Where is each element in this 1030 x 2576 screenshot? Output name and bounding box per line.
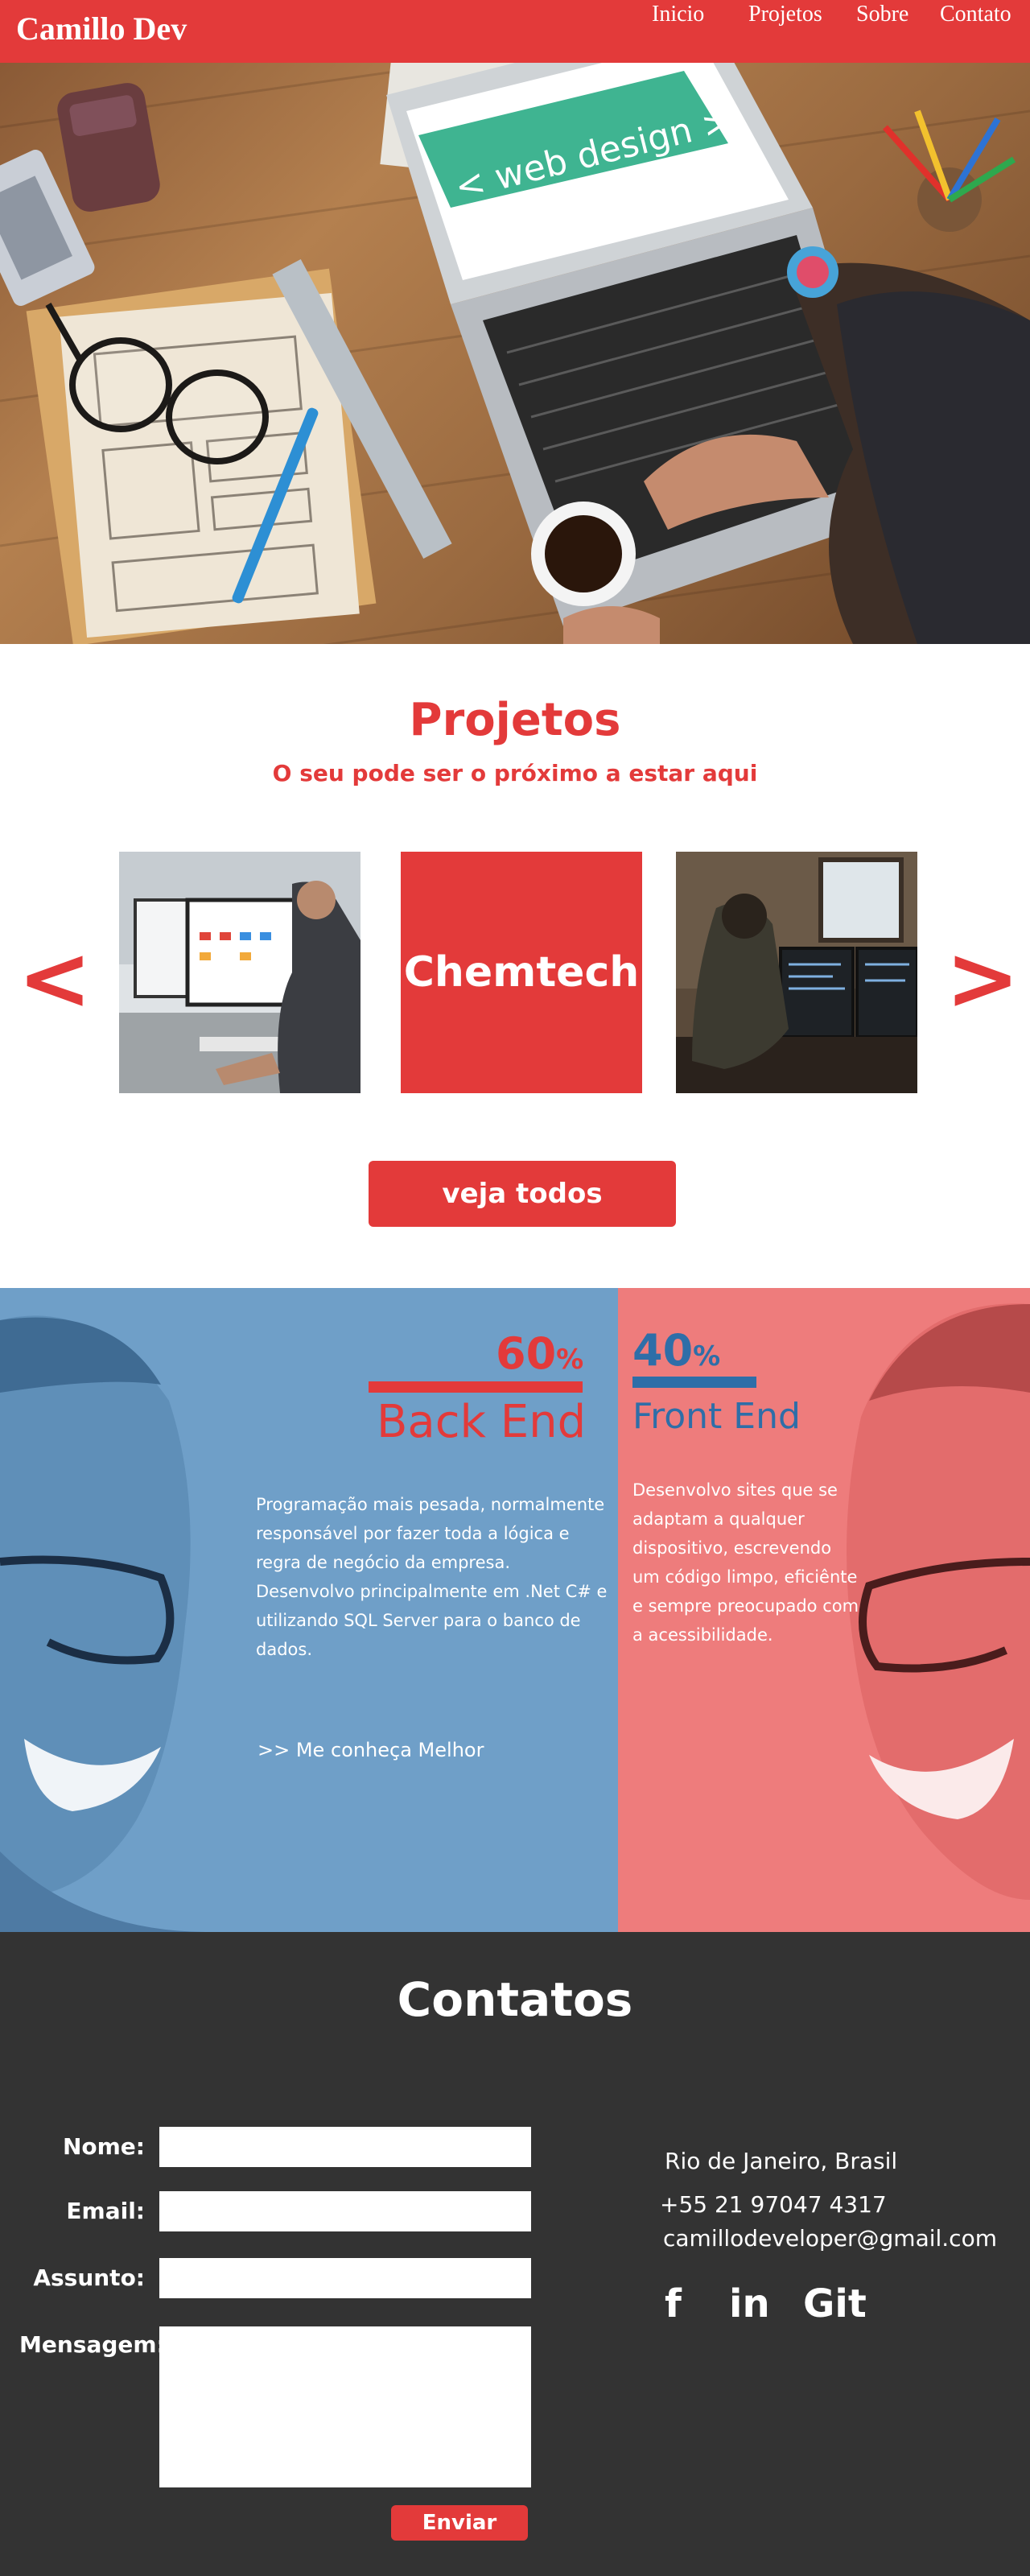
name-label: Nome:: [62, 2133, 145, 2160]
view-all-button[interactable]: veja todos: [369, 1161, 676, 1227]
section-subtitle-projetos: O seu pode ser o próximo a estar aqui: [272, 760, 758, 786]
facebook-icon[interactable]: f: [665, 2281, 682, 2326]
message-label: Mensagem:: [19, 2331, 166, 2358]
navbar: Camillo Dev Inicio Projetos Sobre Contat…: [0, 0, 1030, 63]
frontend-title: Front End: [632, 1396, 801, 1437]
frontend-description: Desenvolvo sites que se adaptam a qualqu…: [632, 1480, 859, 1645]
skills-section: 60% Back End Programação mais pesada, no…: [0, 1288, 1030, 1932]
project-card-chemtech[interactable]: Chemtech: [401, 852, 642, 1093]
backend-percent: 60%: [496, 1328, 584, 1379]
about-me-link[interactable]: >> Me conheça Melhor: [258, 1739, 484, 1761]
portrait-left-image: [0, 1315, 209, 1932]
linkedin-icon[interactable]: in: [729, 2281, 770, 2326]
hero-image: < web design >: [0, 63, 1030, 644]
name-input[interactable]: [159, 2127, 531, 2167]
brand-logo[interactable]: Camillo Dev: [16, 10, 187, 47]
contact-email[interactable]: camillodeveloper@gmail.com: [663, 2225, 997, 2252]
email-input[interactable]: [159, 2191, 531, 2231]
section-title-projetos: Projetos: [409, 694, 621, 746]
office-workstation-image: [119, 852, 360, 1093]
message-textarea[interactable]: [159, 2326, 531, 2487]
hero-banner: < web design >: [0, 63, 1030, 644]
backend-progress-bar: [369, 1381, 583, 1393]
section-title-contatos: Contatos: [397, 1972, 633, 2027]
project-thumbnail-2[interactable]: [676, 852, 917, 1093]
contact-section: Contatos Nome: Email: Assunto: Mensagem:…: [0, 1932, 1030, 2576]
frontend-progress-bar: [632, 1377, 756, 1388]
project-thumbnail-1[interactable]: [119, 852, 360, 1093]
git-icon[interactable]: Git: [803, 2281, 867, 2326]
send-button[interactable]: Enviar: [391, 2505, 528, 2541]
nav-item-inicio[interactable]: Inicio: [652, 2, 704, 27]
carousel-next-button[interactable]: >: [946, 934, 1020, 1022]
contact-phone: +55 21 97047 4317: [660, 2191, 887, 2218]
subject-label: Assunto:: [33, 2264, 145, 2291]
subject-input[interactable]: [159, 2258, 531, 2298]
nav-item-sobre[interactable]: Sobre: [856, 2, 908, 27]
backend-description: Programação mais pesada, normalmente res…: [256, 1495, 608, 1659]
contact-location: Rio de Janeiro, Brasil: [665, 2148, 898, 2174]
email-label: Email:: [66, 2198, 145, 2224]
developer-monitors-image: [676, 852, 917, 1093]
backend-title: Back End: [377, 1396, 587, 1448]
frontend-percent: 40%: [632, 1325, 721, 1376]
nav-item-contato[interactable]: Contato: [940, 2, 1011, 27]
nav-item-projetos[interactable]: Projetos: [748, 2, 822, 27]
carousel-prev-button[interactable]: <: [18, 934, 92, 1022]
